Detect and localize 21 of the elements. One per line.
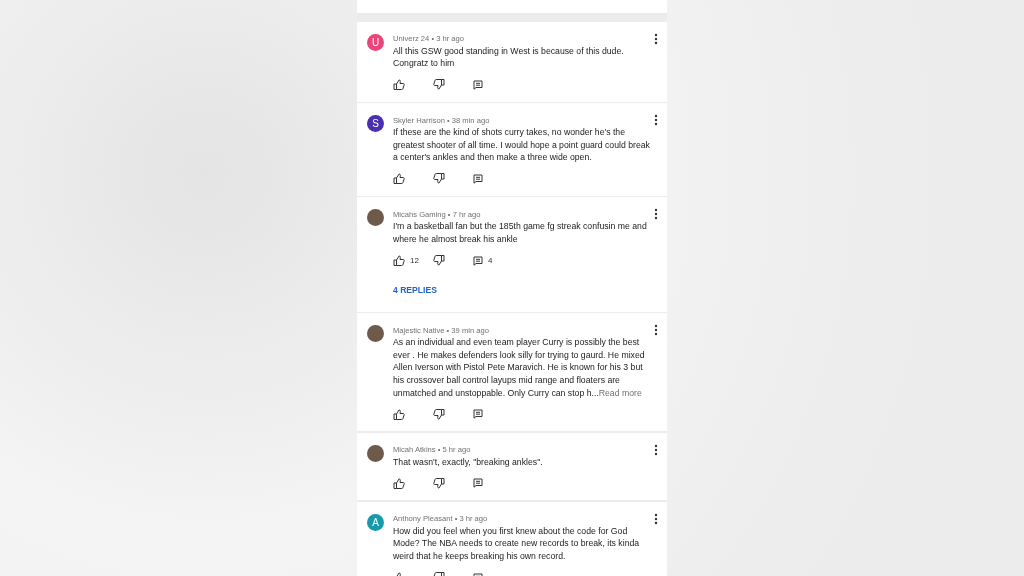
comment-text: All this GSW good standing in West is because of this dude. Congratz to him <box>393 44 625 70</box>
reply-count: 4 <box>488 256 493 266</box>
more-options-icon[interactable] <box>654 32 658 45</box>
comment-text: As an individual and even team player Curry is possibly the best ever . He makes defenders look silly for trying to gaurd. He mixed Allen Iverson with Pistol Pete Maravich. He is known for his 3 but his crossover ball control layups mid range and floaters are unmatched and unstoppable. Only Curry can stop h...Read more <box>393 336 646 400</box>
comment-text: If these are the kind of shots curry takes, no wonder he's the greatest shooter of all time. I would hope a point guard could break a center's ankles and then make a three wide open. <box>393 126 651 164</box>
avatar-photo-placeholder <box>367 444 384 462</box>
avatar: U <box>367 33 384 51</box>
replies-link[interactable]: 4 REPLIES <box>393 284 655 295</box>
more-options-icon[interactable] <box>654 114 658 127</box>
avatar-photo-placeholder <box>367 209 384 227</box>
more-options-icon[interactable] <box>654 443 658 456</box>
avatar-photo-placeholder <box>367 325 384 343</box>
comment-text: I'm a basketball fan but the 185th game fg streak confusin me and where he almost break his ankle <box>393 220 648 246</box>
comment-text: That wasn't, exactly, "breaking ankles". <box>393 455 544 469</box>
more-options-icon[interactable] <box>654 512 658 525</box>
more-options-icon[interactable] <box>654 208 658 221</box>
avatar: S <box>367 115 384 133</box>
comment-text: How did you feel when you first knew about the code for God Mode? The NBA needs to create new records to break, its kinda weird that he keeps breaking his own record. <box>393 524 641 563</box>
like-count: 12 <box>410 256 419 266</box>
avatar: A <box>367 513 384 531</box>
more-options-icon[interactable] <box>654 324 658 337</box>
